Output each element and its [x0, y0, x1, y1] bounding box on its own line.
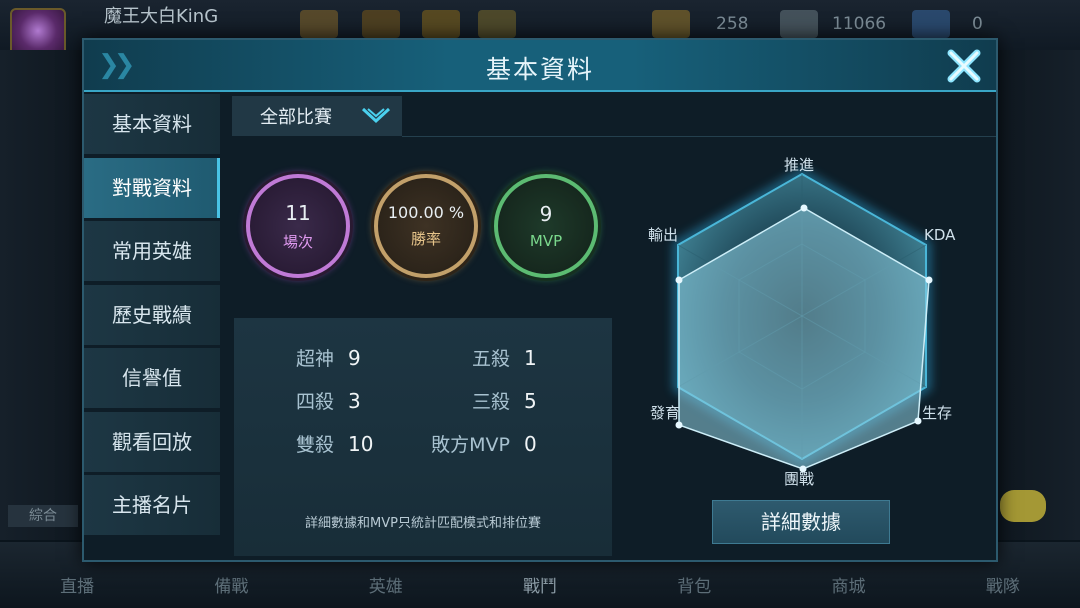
- stat-label: 三殺: [471, 391, 510, 413]
- radar-axis-damage: 輸出: [648, 226, 679, 244]
- coupon-icon: [652, 10, 690, 38]
- mvp-value: 9: [539, 202, 553, 226]
- winrate-value: 100.00 %: [387, 203, 465, 222]
- multikill-stats-panel: 超神 9 五殺 1 四殺 3 三殺 5 雙殺 10 敗方MVP 0 詳細數據和M…: [234, 318, 612, 556]
- dialog-title: 基本資料: [485, 55, 594, 84]
- stat-legendary: 超神 9: [234, 344, 361, 371]
- stats-note: 詳細數據和MVP只統計匹配模式和排位賽: [305, 516, 541, 531]
- radar-axis-teamfight: 團戰: [784, 470, 815, 488]
- badge-icon: [422, 10, 460, 38]
- menu-battle-data[interactable]: 對戰資料: [84, 157, 220, 218]
- player-name: 魔王大白KinG: [104, 6, 219, 27]
- mvp-label: MVP: [529, 232, 563, 250]
- menu-reputation[interactable]: 信譽值: [84, 348, 220, 408]
- gem-icon: [912, 10, 950, 38]
- stat-value: 10: [348, 432, 374, 456]
- radar-svg: [673, 168, 933, 473]
- radar-axis-push: 推進: [784, 156, 815, 174]
- chevron-down-icon: [361, 107, 391, 124]
- stat-value: 0: [524, 432, 537, 456]
- radar-point: [675, 276, 683, 284]
- right-backdrop: [998, 50, 1080, 540]
- stat-label: 五殺: [471, 348, 510, 370]
- currency-value: 258: [716, 14, 749, 34]
- stat-value: 9: [348, 346, 361, 370]
- filter-label: 全部比賽: [260, 107, 332, 128]
- profile-dialog: ❯❯ 基本資料 基本資料 對戰資料 常用英雄 歷史戰績 信譽值 觀看回放 主播名…: [82, 38, 998, 562]
- currency-value: 0: [972, 14, 983, 34]
- dialog-header: ❯❯ 基本資料: [84, 40, 996, 92]
- radar-point: [914, 417, 922, 425]
- menu-replays[interactable]: 觀看回放: [84, 411, 220, 472]
- mvp-stat: 9 MVP: [494, 174, 598, 278]
- radar-axis-kda: KDA: [924, 226, 956, 244]
- currency-value: 11066: [832, 14, 887, 34]
- detailed-data-button[interactable]: 詳細數據: [712, 500, 890, 544]
- radar-axis-farming: 發育: [650, 404, 681, 422]
- stat-penta: 五殺 1: [410, 344, 537, 371]
- menu-match-history[interactable]: 歷史戰績: [84, 284, 220, 345]
- gamepad-icon[interactable]: [1000, 490, 1046, 522]
- stat-triple: 三殺 5: [410, 387, 537, 414]
- stat-value: 1: [524, 346, 537, 370]
- side-menu: 基本資料 對戰資料 常用英雄 歷史戰績 信譽值 觀看回放 主播名片: [84, 94, 220, 539]
- menu-basic-info[interactable]: 基本資料: [84, 94, 220, 154]
- overview-tab[interactable]: 綜合: [8, 505, 78, 527]
- radar-point: [800, 204, 808, 212]
- crown-icon: [362, 10, 400, 38]
- stat-label: 敗方MVP: [431, 434, 510, 456]
- games-label: 場次: [282, 232, 313, 251]
- medal-icon: [478, 10, 516, 38]
- stat-label: 超神: [295, 348, 334, 370]
- stat-losing-mvp: 敗方MVP 0: [410, 430, 537, 457]
- trophy-icon: [300, 10, 338, 38]
- winrate-label: 勝率: [410, 230, 441, 248]
- games-stat: 11 場次: [246, 174, 350, 278]
- stat-value: 3: [348, 389, 361, 413]
- menu-streamer-card[interactable]: 主播名片: [84, 475, 220, 535]
- stat-label: 四殺: [295, 391, 334, 413]
- ability-radar-chart: 推進 KDA 生存 團戰 發育 輸出: [644, 144, 994, 494]
- stat-quadra: 四殺 3: [234, 387, 361, 414]
- stat-label: 雙殺: [295, 434, 334, 456]
- close-button[interactable]: [942, 44, 986, 88]
- divider: [402, 136, 996, 137]
- stat-double: 雙殺 10: [234, 430, 373, 457]
- close-icon: [947, 49, 981, 83]
- radar-point: [925, 276, 933, 284]
- menu-common-heroes[interactable]: 常用英雄: [84, 221, 220, 281]
- winrate-stat: 100.00 % 勝率: [374, 174, 478, 278]
- swords-icon: [780, 10, 818, 38]
- stat-value: 5: [524, 389, 537, 413]
- left-backdrop: [0, 50, 82, 540]
- match-filter-dropdown[interactable]: 全部比賽: [232, 96, 402, 136]
- radar-axis-survival: 生存: [922, 404, 953, 422]
- games-value: 11: [285, 200, 311, 225]
